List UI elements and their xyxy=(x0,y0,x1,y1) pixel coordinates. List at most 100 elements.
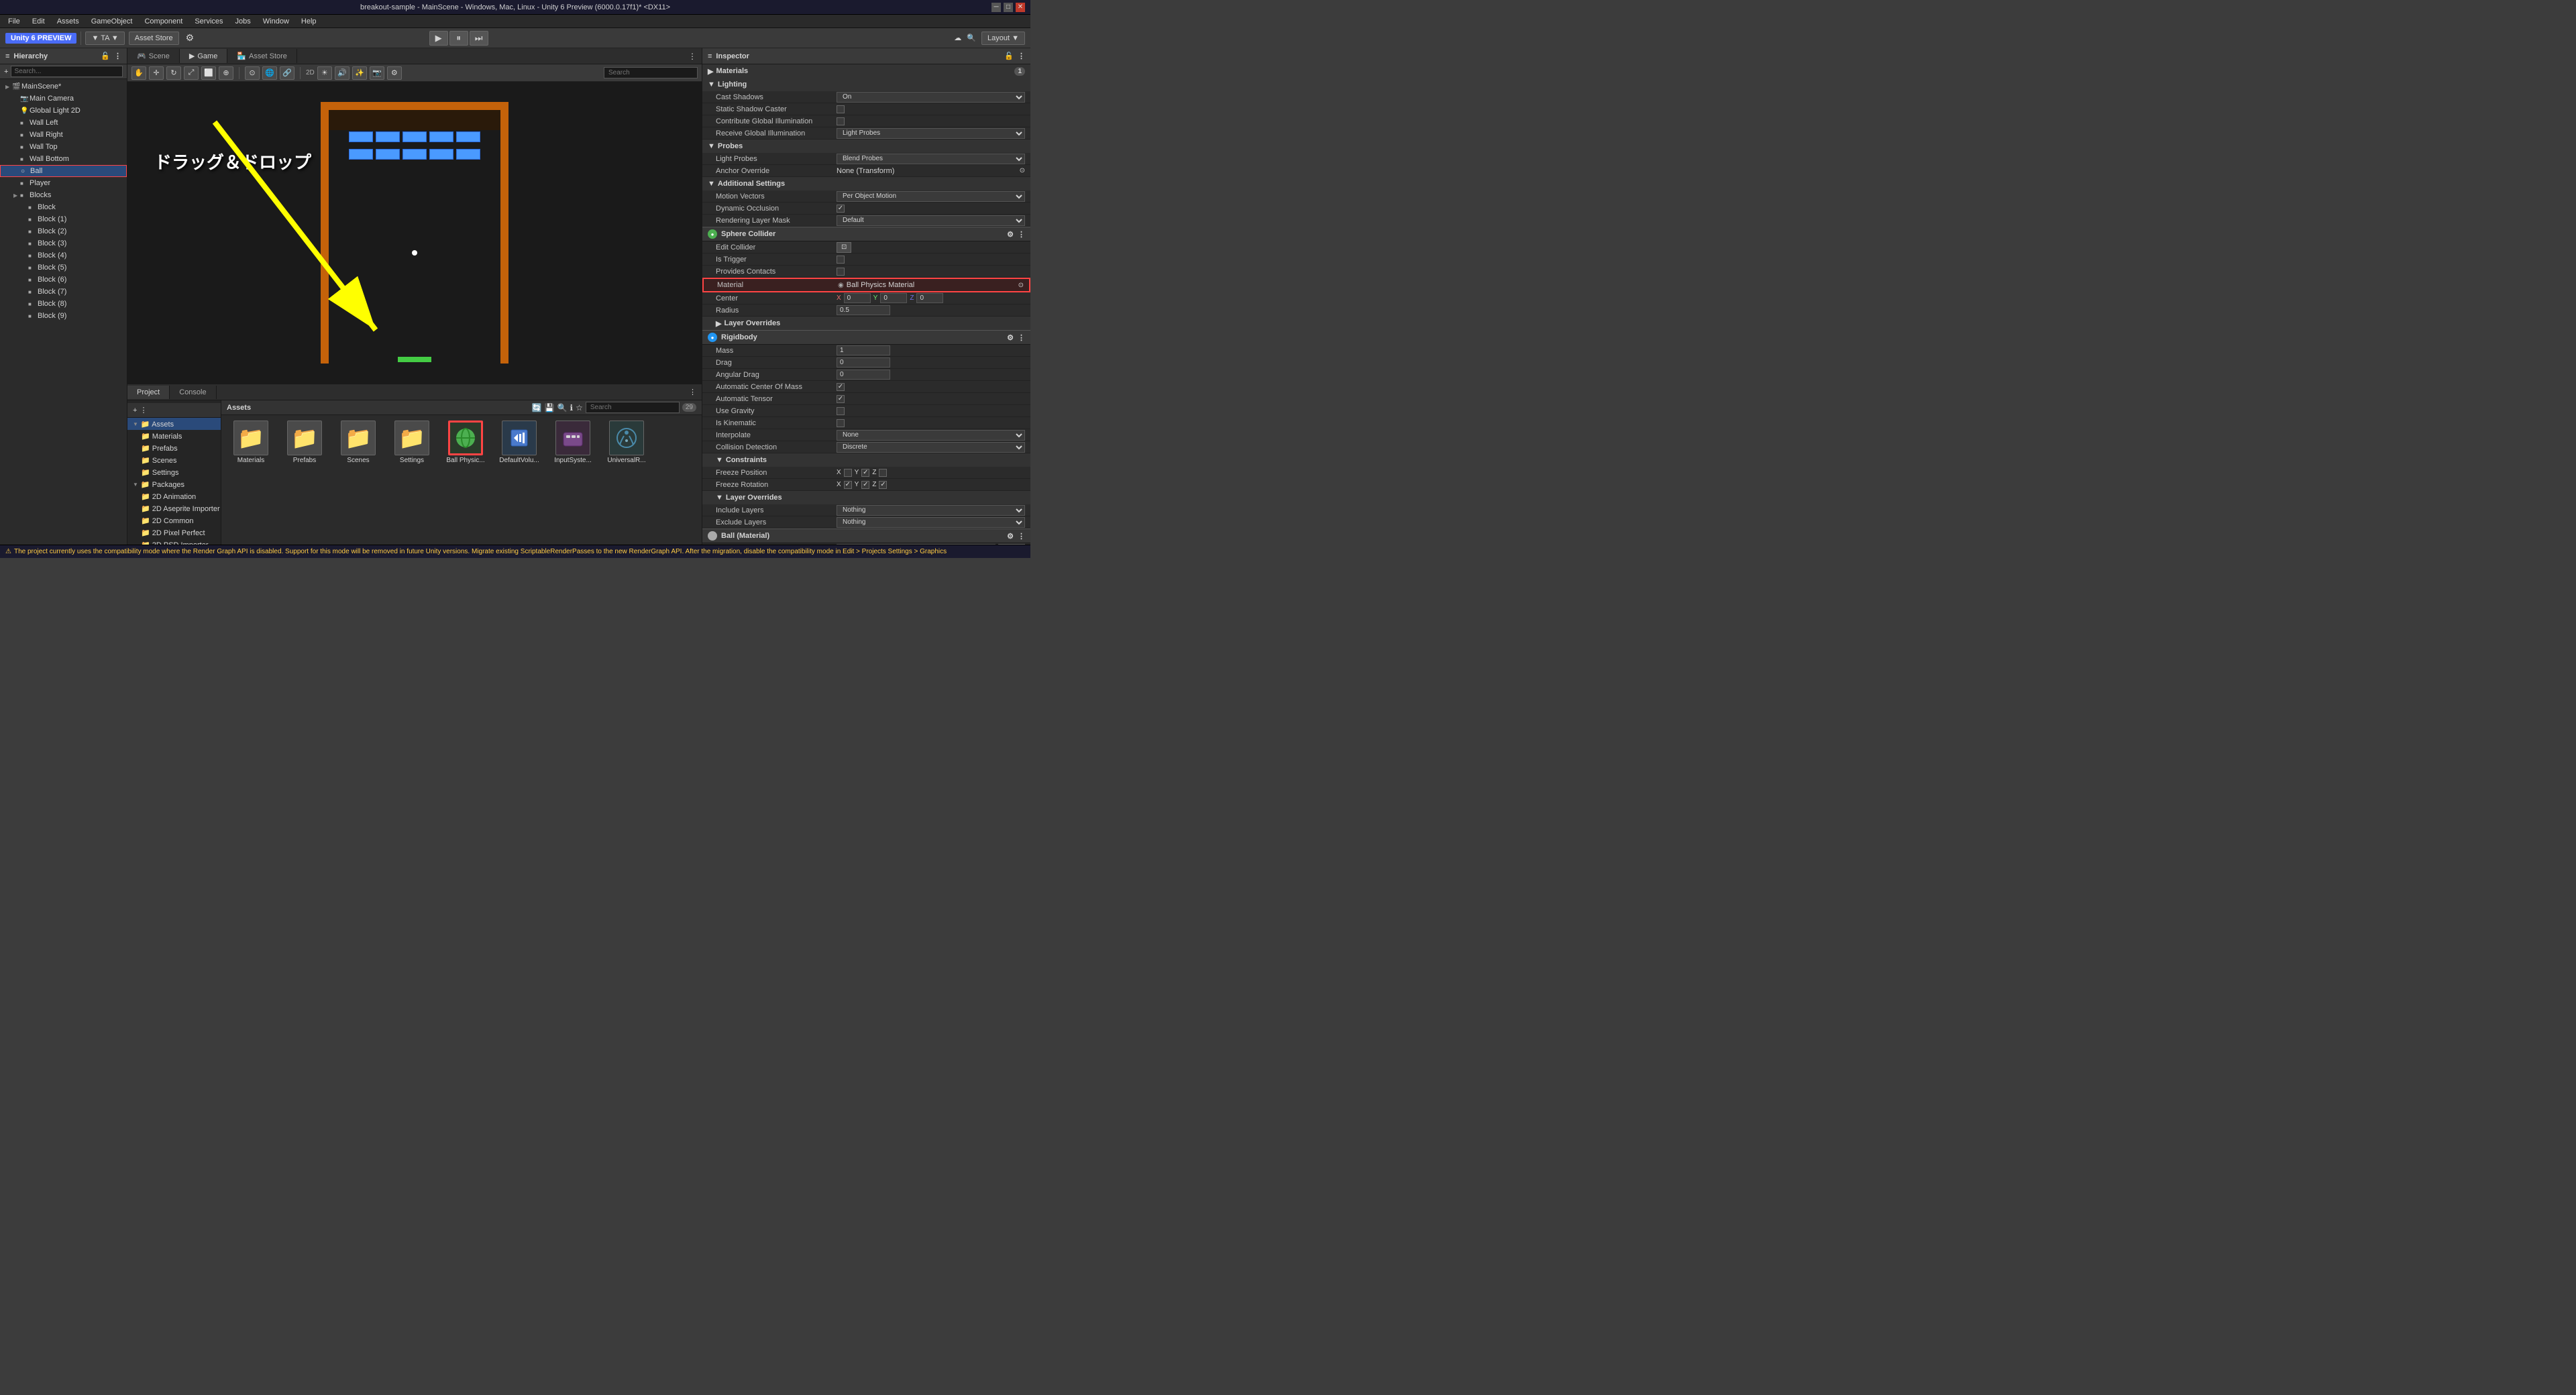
pivot-btn[interactable]: ⊙ xyxy=(245,66,260,80)
cast-shadows-value[interactable]: OnOffTwo SidedShadows Only xyxy=(837,92,1025,103)
hier-wall-bottom[interactable]: ■ Wall Bottom xyxy=(0,153,127,165)
rotate-tool-btn[interactable]: ↻ xyxy=(166,66,181,80)
materials-section-header[interactable]: ▶ Materials 1 xyxy=(702,64,1030,78)
menu-gameobject[interactable]: GameObject xyxy=(86,16,138,27)
tree-settings[interactable]: 📁 Settings xyxy=(127,466,221,478)
audio-btn[interactable]: 🔊 xyxy=(335,66,350,80)
automatic-tensor-check[interactable] xyxy=(837,395,845,403)
hierarchy-search-input[interactable] xyxy=(11,66,123,77)
freeze-rot-z-check[interactable] xyxy=(879,481,887,489)
rigidbody-more-icon[interactable]: ⋮ xyxy=(1018,333,1025,342)
tab-project[interactable]: Project xyxy=(127,386,170,399)
shader-value[interactable]: Unlit/Color xyxy=(837,544,996,545)
include-layers-value[interactable]: Nothing xyxy=(837,505,1025,516)
exclude-layers-value[interactable]: Nothing xyxy=(837,517,1025,528)
global-btn[interactable]: 🌐 xyxy=(262,66,277,80)
rendering-layer-mask-value[interactable]: Default xyxy=(837,215,1025,226)
hier-wall-top[interactable]: ■ Wall Top xyxy=(0,141,127,153)
center-z-input[interactable] xyxy=(916,293,943,303)
tree-packages[interactable]: ▼ 📁 Packages xyxy=(127,478,221,490)
scene-view[interactable]: ドラッグ＆ドロップ xyxy=(127,82,702,384)
static-shadow-caster-check[interactable] xyxy=(837,105,845,113)
lighting-btn[interactable]: ☀ xyxy=(317,66,332,80)
pause-btn[interactable]: ⏸ xyxy=(449,31,468,46)
sphere-collider-more-icon[interactable]: ⋮ xyxy=(1018,230,1025,239)
tree-scenes[interactable]: 📁 Scenes xyxy=(127,454,221,466)
hier-wall-right[interactable]: ■ Wall Right xyxy=(0,129,127,141)
hier-blocks[interactable]: ▶ ■ Blocks xyxy=(0,189,127,201)
scale-tool-btn[interactable]: ⤢ xyxy=(184,66,199,80)
inspector-more-icon[interactable]: ⋮ xyxy=(1018,52,1025,60)
menu-window[interactable]: Window xyxy=(258,16,294,27)
is-trigger-check[interactable] xyxy=(837,256,845,264)
assets-save-icon[interactable]: 💾 xyxy=(545,403,555,412)
hier-main-camera[interactable]: 📷 Main Camera xyxy=(0,93,127,105)
menu-assets[interactable]: Assets xyxy=(52,16,85,27)
tree-2d-psd[interactable]: 📁 2D PSD Importer xyxy=(127,539,221,545)
asset-ball-physics[interactable]: Ball Physic... xyxy=(441,421,490,465)
asset-materials-folder[interactable]: 📁 Materials xyxy=(227,421,275,465)
collision-detection-value[interactable]: Discrete xyxy=(837,442,1025,453)
assets-sync-icon[interactable]: 🔄 xyxy=(532,403,542,412)
tab-scene[interactable]: 🎮 Scene xyxy=(127,49,180,63)
gizmos-btn[interactable]: ⚙ xyxy=(387,66,402,80)
hier-ball[interactable]: ○ Ball xyxy=(0,165,127,177)
tab-console[interactable]: Console xyxy=(170,386,216,399)
inspector-lock-icon[interactable]: 🔓 xyxy=(1004,52,1014,60)
close-btn[interactable]: ✕ xyxy=(1016,3,1025,12)
asset-scenes-folder[interactable]: 📁 Scenes xyxy=(334,421,382,465)
freeze-rot-y-check[interactable] xyxy=(861,481,869,489)
rect-tool-btn[interactable]: ⬜ xyxy=(201,66,216,80)
dynamic-occlusion-check[interactable] xyxy=(837,205,845,213)
asset-default-volume[interactable]: DefaultVolu... xyxy=(495,421,543,465)
ball-material-more-icon[interactable]: ⋮ xyxy=(1018,532,1025,541)
hier-block-4[interactable]: ■ Block (4) xyxy=(0,249,127,262)
hier-mainscene[interactable]: ▶ 🎬 MainScene* xyxy=(0,80,127,93)
tab-asset-store[interactable]: 🏪 Asset Store xyxy=(227,49,297,63)
lighting-section-header[interactable]: ▼ Lighting xyxy=(702,78,1030,91)
motion-vectors-value[interactable]: Per Object Motion xyxy=(837,191,1025,202)
scene-search-input[interactable] xyxy=(604,67,698,78)
hier-player[interactable]: ■ Player xyxy=(0,177,127,189)
receive-gi-value[interactable]: Light Probes xyxy=(837,128,1025,139)
hier-block-2[interactable]: ■ Block (2) xyxy=(0,225,127,237)
asset-store-btn[interactable]: Asset Store xyxy=(129,32,179,45)
sphere-collider-header[interactable]: ● Sphere Collider ⚙ ⋮ xyxy=(702,227,1030,241)
material-link-icon[interactable]: ⊙ xyxy=(1018,282,1024,289)
ball-material-header[interactable]: Ball (Material) ⚙ ⋮ xyxy=(702,528,1030,543)
search-icon[interactable]: 🔍 xyxy=(967,34,976,42)
asset-settings-folder[interactable]: 📁 Settings xyxy=(388,421,436,465)
shader-edit-btn[interactable]: Edit... xyxy=(998,544,1025,545)
menu-jobs[interactable]: Jobs xyxy=(230,16,256,27)
menu-services[interactable]: Services xyxy=(189,16,228,27)
snap-btn[interactable]: 🔗 xyxy=(280,66,294,80)
project-menu-icon[interactable]: ⋮ xyxy=(140,406,147,414)
provides-contacts-check[interactable] xyxy=(837,268,845,276)
hier-block-9[interactable]: ■ Block (9) xyxy=(0,310,127,322)
account-btn[interactable]: ▼ TA ▼ xyxy=(85,32,124,45)
view-options-icon[interactable]: ⋮ xyxy=(688,52,702,61)
hier-block-6[interactable]: ■ Block (6) xyxy=(0,274,127,286)
bottom-options-icon[interactable]: ⋮ xyxy=(689,388,702,396)
hierarchy-more-icon[interactable]: ⋮ xyxy=(114,52,121,60)
freeze-pos-y-check[interactable] xyxy=(861,469,869,477)
center-y-input[interactable] xyxy=(880,293,907,303)
assets-search-input[interactable] xyxy=(586,402,680,413)
hierarchy-lock-icon[interactable]: 🔓 xyxy=(101,52,110,60)
probes-section-header[interactable]: ▼ Probes xyxy=(702,140,1030,153)
asset-universal-r[interactable]: UniversalR... xyxy=(602,421,651,465)
assets-search-icon[interactable]: 🔍 xyxy=(557,403,568,412)
constraints-header[interactable]: ▼ Constraints xyxy=(702,453,1030,467)
minimize-btn[interactable]: ─ xyxy=(991,3,1001,12)
edit-collider-btn[interactable]: ⊡ xyxy=(837,242,851,253)
tree-2d-aseprite[interactable]: 📁 2D Aseprite Importer xyxy=(127,502,221,514)
project-add-icon[interactable]: + xyxy=(133,406,137,414)
hier-block-5[interactable]: ■ Block (5) xyxy=(0,262,127,274)
hier-wall-left[interactable]: ■ Wall Left xyxy=(0,117,127,129)
assets-star-icon[interactable]: ☆ xyxy=(576,403,583,412)
fx-btn[interactable]: ✨ xyxy=(352,66,367,80)
maximize-btn[interactable]: □ xyxy=(1004,3,1013,12)
rigidbody-header[interactable]: ● Rigidbody ⚙ ⋮ xyxy=(702,330,1030,345)
hier-block-3[interactable]: ■ Block (3) xyxy=(0,237,127,249)
rigidbody-settings-icon[interactable]: ⚙ xyxy=(1007,333,1014,342)
